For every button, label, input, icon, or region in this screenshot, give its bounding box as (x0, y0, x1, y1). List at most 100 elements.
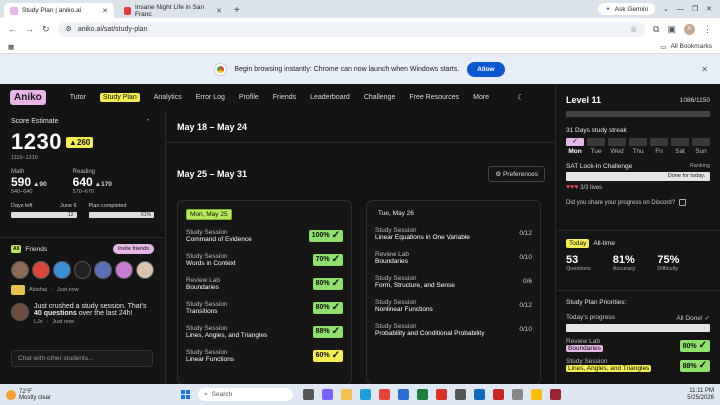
app-icon[interactable] (474, 389, 485, 400)
priority-item[interactable]: Study Session Lines, Angles, and Triangle… (566, 358, 710, 372)
app-icon[interactable] (398, 389, 409, 400)
challenge-bar: Done for today. (566, 172, 710, 181)
tab-study-plan[interactable]: Study Plan | aniko.ai ✕ (4, 3, 114, 18)
ask-gemini-button[interactable]: ✦ Ask Gemini (598, 3, 655, 15)
task-view-icon[interactable] (303, 389, 314, 400)
close-tab-icon[interactable]: ✕ (216, 7, 222, 15)
avatar[interactable] (31, 261, 50, 279)
chat-input[interactable]: Chat with other students... (11, 350, 153, 367)
windows-taskbar: 72°F Mostly clear ⌕ Search 11:11 PM 5/25/… (0, 384, 720, 405)
bookmark-star-icon[interactable]: ☆ (630, 25, 637, 34)
avatar[interactable] (115, 261, 134, 279)
preferences-button[interactable]: ⚙ Preferences (488, 166, 545, 182)
session-row[interactable]: Study Session Linear Equations in One Var… (375, 225, 532, 242)
streak-days: Mon Tue Wed Thu Fri Sat Sun (568, 148, 707, 155)
minimize-icon[interactable]: — (677, 6, 684, 13)
nav-error-log[interactable]: Error Log (196, 94, 225, 101)
avatar[interactable] (136, 261, 155, 279)
invite-friends-button[interactable]: Invite friends (112, 244, 154, 254)
nav-more[interactable]: More (473, 94, 489, 101)
avatar[interactable] (73, 261, 92, 279)
nav-analytics[interactable]: Analytics (154, 94, 182, 101)
priority-item[interactable]: Review Lab Boundaries 80% ✓ (566, 338, 710, 352)
session-row[interactable]: Study Session Linear Functions 60% ✓ (186, 347, 343, 364)
day-card-mon: Mon, May 25 Study Session Command of Evid… (177, 200, 352, 385)
tab-today[interactable]: Today (566, 239, 590, 248)
collapse-icon[interactable]: ⌃ (145, 118, 151, 126)
all-bookmarks-button[interactable]: ▭ All Bookmarks (660, 43, 712, 51)
chrome-icon[interactable] (531, 389, 542, 400)
chrome-icon[interactable] (379, 389, 390, 400)
session-row[interactable]: Study Session Transitions 80% ✓ (186, 299, 343, 316)
system-clock[interactable]: 11:11 PM 5/25/2026 (687, 388, 714, 402)
session-row[interactable]: Study Session Command of Evidence 100% ✓ (186, 227, 343, 244)
weather-widget[interactable]: 72°F Mostly clear (6, 389, 181, 401)
nav-profile[interactable]: Profile (239, 94, 259, 101)
friend-avatars (11, 261, 155, 279)
weather-icon (6, 389, 16, 400)
tab-nightlife-video[interactable]: Insane Night Life in San Franc ✕ (118, 3, 228, 18)
right-sidebar: Level 11 1086/1150 31 Days study streak … (555, 84, 720, 384)
session-row[interactable]: Study Session Lines, Angles, and Triangle… (186, 323, 343, 340)
score-badge: 80% ✓ (679, 340, 710, 352)
forward-icon[interactable]: → (25, 24, 34, 34)
close-info-bar-icon[interactable]: ✕ (701, 65, 708, 74)
site-info-icon[interactable]: ⚙ (66, 25, 72, 33)
windows-start-icon[interactable] (181, 390, 190, 399)
app-icon[interactable] (512, 389, 523, 400)
close-tab-icon[interactable]: ✕ (102, 7, 108, 15)
avatar[interactable] (94, 261, 113, 279)
app-icon[interactable] (550, 389, 561, 400)
session-row[interactable]: Review Lab Boundaries 80% ✓ (186, 275, 343, 292)
aniko-logo[interactable]: Aniko (10, 89, 46, 105)
avatar[interactable] (11, 303, 29, 321)
avatar[interactable] (11, 261, 29, 279)
app-icon[interactable] (417, 389, 428, 400)
tab-search-icon[interactable]: ⌄ (663, 5, 669, 13)
profile-avatar[interactable]: A (684, 23, 695, 35)
browser-tab-bar: Study Plan | aniko.ai ✕ Insane Night Lif… (0, 0, 720, 18)
app-icon[interactable] (493, 389, 504, 400)
dark-mode-icon[interactable]: ☾ (517, 93, 524, 102)
file-explorer-icon[interactable] (341, 389, 352, 400)
restore-icon[interactable]: ❐ (692, 5, 698, 13)
allow-button[interactable]: Allow (467, 61, 505, 77)
discord-checkbox[interactable] (679, 199, 687, 206)
extensions-icon[interactable]: ⧉ (653, 24, 659, 35)
close-window-icon[interactable]: ✕ (706, 5, 712, 13)
streak-box (650, 138, 668, 146)
reading-score-block: Reading 640 ▲170 570–670 (72, 169, 112, 195)
edge-icon[interactable] (360, 389, 371, 400)
session-row[interactable]: Review Lab Boundaries 0/10 (375, 249, 532, 266)
avatar[interactable] (52, 261, 71, 279)
session-row[interactable]: Study Session Form, Structure, and Sense … (375, 273, 532, 290)
apps-grid-icon[interactable]: ▦ (8, 43, 14, 51)
session-row[interactable]: Study Session Probability and Conditional… (375, 321, 532, 338)
reload-icon[interactable]: ↻ (42, 24, 50, 35)
nav-study-plan[interactable]: Study Plan (99, 92, 140, 102)
tab-all-time[interactable]: All-time (593, 240, 615, 247)
menu-icon[interactable]: ⋮ (703, 24, 712, 35)
check-icon: ✓ (331, 301, 340, 313)
app-icon[interactable] (455, 389, 466, 400)
taskbar-search[interactable]: ⌕ Search (198, 388, 293, 401)
session-row[interactable]: Study Session Words in Context 70% ✓ (186, 251, 343, 268)
session-row[interactable]: Study Session Nonlinear Functions 0/12 (375, 297, 532, 314)
score-estimate-card: Score Estimate ⌃ 1230 ▲260 1110–1310 Mat… (0, 110, 165, 238)
tab-title: Study Plan | aniko.ai (22, 7, 82, 14)
url-field[interactable]: ⚙ aniko.ai/sat/study-plan ☆ (57, 21, 646, 37)
week-header[interactable]: May 25 – May 31 (177, 169, 247, 179)
score-badge: 88% ✓ (312, 325, 343, 338)
nav-friends[interactable]: Friends (273, 94, 296, 101)
nav-leaderboard[interactable]: Leaderboard (310, 94, 350, 101)
nav-free-resources[interactable]: Free Resources (409, 94, 459, 101)
new-tab-button[interactable]: + (234, 5, 240, 16)
nav-challenge[interactable]: Challenge (364, 94, 396, 101)
nav-tutor[interactable]: Tutor (70, 94, 86, 101)
back-icon[interactable]: ← (8, 24, 17, 34)
copilot-icon[interactable] (322, 389, 333, 400)
ranking-link[interactable]: Ranking (690, 163, 710, 170)
week-header[interactable]: May 18 – May 24 (177, 122, 247, 132)
sidebar-icon[interactable]: ▣ (667, 24, 676, 35)
app-icon[interactable] (436, 389, 447, 400)
